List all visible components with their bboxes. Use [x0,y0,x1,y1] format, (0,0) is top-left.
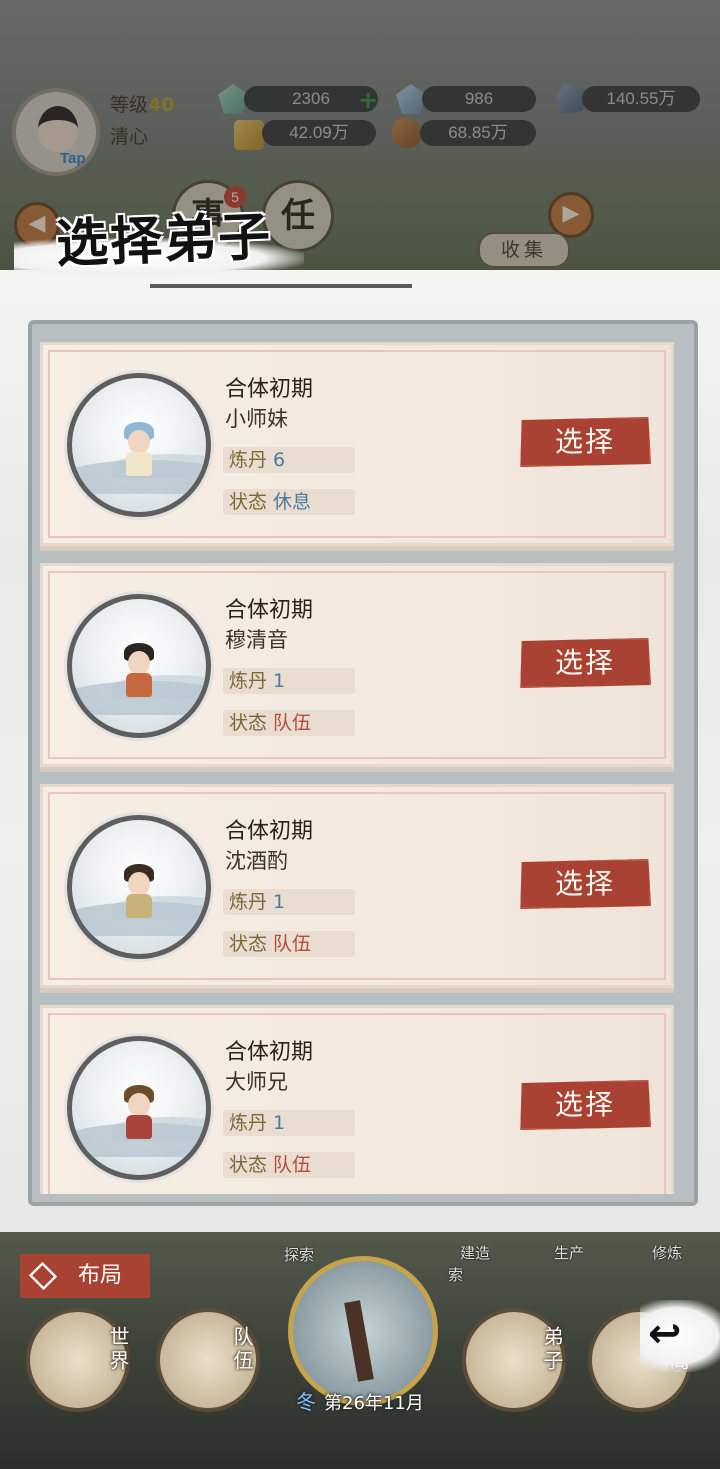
disciple-name: 穆清音 [225,628,288,652]
status-label: 状态 [229,933,268,955]
alchemy-label: 炼丹 [229,670,268,692]
alchemy-value: 6 [273,449,286,471]
disciple-name: 大师兄 [225,1070,288,1094]
select-button[interactable]: 选择 [520,1080,651,1130]
disciple-head [128,430,150,454]
disciple-portrait [67,815,211,959]
status-value: 队伍 [273,933,312,955]
disciple-portrait [67,373,211,517]
disciple-label: 弟子 [540,1326,564,1374]
status-value: 休息 [273,491,312,513]
disciple-robe [126,1115,152,1139]
world-label: 世界 [106,1326,130,1374]
disciple-realm: 合体初期 [225,377,314,402]
status-label: 状态 [229,491,268,513]
disciple-head [128,872,150,896]
back-button[interactable]: ↩ [640,1300,720,1372]
team-label: 队伍 [230,1326,254,1374]
status-stat: 状态 队伍 [223,1152,355,1178]
modal-title: 选择弟子 [55,206,274,275]
disciple-portrait [67,594,211,738]
disciple-name: 小师妹 [225,407,288,431]
status-label: 状态 [229,712,268,734]
select-button[interactable]: 选择 [520,417,651,467]
alchemy-stat: 炼丹 1 [223,889,355,915]
disciple-portrait [67,1036,211,1180]
disciple-card: 合体初期 穆清音 炼丹 1 状态 队伍 选择 [40,563,674,767]
alchemy-value: 1 [273,1112,286,1134]
disciple-head [128,651,150,675]
explore-tag: 探索 [284,1246,315,1264]
disciple-realm: 合体初期 [225,598,314,623]
alchemy-value: 1 [273,891,286,913]
select-button[interactable]: 选择 [520,638,651,688]
disciple-card: 合体初期 大师兄 炼丹 1 状态 队伍 选择 [40,1005,674,1194]
season-tree-emblem[interactable] [288,1256,438,1406]
produce-tag: 生产 [554,1244,585,1262]
alchemy-stat: 炼丹 6 [223,447,355,473]
alchemy-label: 炼丹 [229,1112,268,1134]
build-tag: 建造 [460,1244,491,1262]
status-label: 状态 [229,1154,268,1176]
alchemy-stat: 炼丹 1 [223,1110,355,1136]
season-label: 冬 [296,1390,316,1414]
disciple-realm: 合体初期 [225,819,314,844]
cultivate-tag: 修炼 [652,1244,683,1262]
alchemy-value: 1 [273,670,286,692]
year-month: 第26年11月 [324,1393,424,1414]
search-tag: 索 [448,1266,464,1284]
alchemy-label: 炼丹 [229,891,268,913]
status-stat: 状态 队伍 [223,931,355,957]
disciple-head [128,1093,150,1117]
disciple-name: 沈酒酌 [225,849,288,873]
status-stat: 状态 休息 [223,489,355,515]
status-value: 队伍 [273,1154,312,1176]
disciple-realm: 合体初期 [225,1040,314,1065]
disciple-card: 合体初期 小师妹 炼丹 6 状态 休息 选择 [40,342,674,546]
disciple-card: 合体初期 沈酒酌 炼丹 1 状态 队伍 选择 [40,784,674,988]
alchemy-stat: 炼丹 1 [223,668,355,694]
disciple-robe [126,894,152,918]
status-value: 队伍 [273,712,312,734]
title-underline [150,284,412,288]
date-display: 冬第26年11月 [296,1388,456,1416]
alchemy-label: 炼丹 [229,449,268,471]
disciple-robe [126,673,152,697]
disciple-robe [126,452,152,476]
disciple-list[interactable]: 合体初期 小师妹 炼丹 6 状态 休息 选择 合体初期 穆清音 炼丹 1 状态 队伍 选… [40,336,680,1194]
select-button[interactable]: 选择 [520,859,651,909]
status-stat: 状态 队伍 [223,710,355,736]
